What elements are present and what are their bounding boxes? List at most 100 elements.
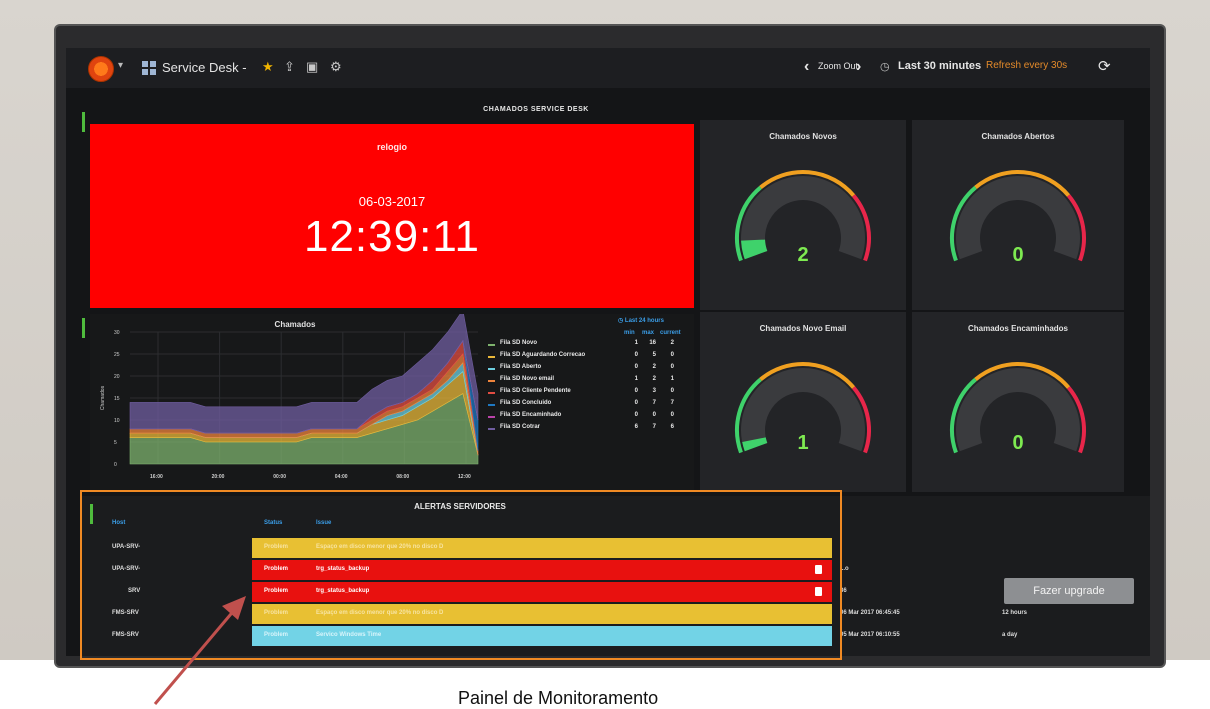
legend-series-name: Fila SD Cotrar — [500, 424, 541, 430]
legend-col-current: current — [660, 330, 681, 336]
grafana-logo-icon[interactable] — [88, 56, 114, 82]
y-tick-label: 25 — [114, 352, 120, 358]
refresh-icon[interactable]: ⟳ — [1098, 57, 1111, 75]
gauge-dial — [950, 170, 1086, 262]
legend-current-value: 1 — [670, 376, 674, 382]
gauge-panel: Chamados Novo Email 1 — [700, 312, 906, 492]
chamados-graph-panel: Chamados ◷ Last 24 hours 30 25 20 15 10 5 0 16:… — [90, 314, 694, 492]
legend-swatch — [488, 344, 495, 346]
gauge-panel: Chamados Abertos 0 — [912, 120, 1124, 310]
gauge-title: Chamados Encaminhados — [967, 324, 1069, 333]
legend-max-value: 2 — [652, 364, 656, 370]
x-tick-label: 00:00 — [273, 474, 286, 480]
legend-current-value: 0 — [670, 364, 674, 370]
legend-row[interactable]: Fila SD Novo 1 16 2 — [488, 340, 688, 351]
alert-date: 05 Mar 2017 06:10:55 — [840, 632, 900, 638]
stacked-area-chart: 30 25 20 15 10 5 0 16:00 20:00 00:00 04:00 08:00 12:… — [100, 314, 479, 480]
gauge-title: Chamados Novos — [769, 132, 837, 141]
time-override-text: Last 24 hours — [624, 318, 664, 324]
gauge-dial — [735, 362, 871, 454]
legend-series-name: Fila SD Novo email — [500, 376, 555, 382]
legend-max-value: 3 — [652, 388, 656, 394]
legend-row[interactable]: Fila SD Aguardando Correcao 0 5 0 — [488, 352, 688, 363]
clock-icon: ◷ — [880, 61, 890, 73]
dashboard-grid-icon — [142, 61, 156, 75]
alert-age: a day — [1002, 632, 1018, 638]
clock-panel-title: relogio — [376, 142, 407, 152]
legend-min-value: 0 — [634, 400, 638, 406]
clock-date: 06-03-2017 — [358, 194, 426, 209]
y-tick-label: 10 — [114, 418, 120, 424]
x-tick-label: 12:00 — [458, 474, 471, 480]
row-title: CHAMADOS SERVICE DESK — [483, 106, 589, 113]
legend-swatch — [488, 416, 495, 418]
gauge-title: Chamados Novo Email — [759, 324, 847, 333]
legend-min-value: 0 — [634, 364, 638, 370]
legend-row[interactable]: Fila SD Cotrar 6 7 6 — [488, 424, 688, 435]
time-back-icon[interactable]: ‹ — [804, 58, 809, 76]
clock-panel: relogio 06-03-2017 12:39:11 — [90, 124, 694, 308]
dashboard-title[interactable]: Service Desk - — [162, 60, 247, 75]
legend-current-value: 0 — [670, 352, 674, 358]
time-range-picker[interactable]: Last 30 minutes — [898, 60, 981, 72]
legend-swatch — [488, 428, 495, 430]
gauge-value: 1 — [797, 432, 809, 454]
y-tick-label: 20 — [114, 374, 120, 380]
alert-date: 06 Mar 2017 06:45:45 — [840, 610, 900, 616]
y-tick-label: 15 — [114, 396, 120, 402]
y-tick-label: 0 — [114, 462, 117, 468]
save-icon[interactable]: ▣ — [306, 59, 318, 75]
legend-series-name: Fila SD Cliente Pendente — [500, 388, 571, 394]
legend-series-name: Fila SD Aguardando Correcao — [500, 352, 586, 358]
legend-current-value: 0 — [670, 412, 674, 418]
legend-min-value: 0 — [634, 352, 638, 358]
legend-max-value: 7 — [652, 400, 656, 406]
gauge-panel: Chamados Novos 2 — [700, 120, 906, 310]
chevron-down-icon[interactable]: ▾ — [118, 60, 123, 71]
star-icon[interactable]: ★ — [262, 59, 274, 75]
legend-row[interactable]: Fila SD Encaminhado 0 0 0 — [488, 412, 688, 423]
alert-age: 12 hours — [1002, 610, 1028, 616]
legend-col-min: min — [624, 330, 635, 336]
row-marker — [82, 112, 85, 132]
legend-current-value: 2 — [670, 340, 674, 346]
legend-series-name: Fila SD Encaminhado — [500, 412, 562, 418]
gear-icon[interactable]: ⚙ — [330, 59, 342, 75]
legend-row[interactable]: Fila SD Cliente Pendente 0 3 0 — [488, 388, 688, 399]
legend-min-value: 1 — [634, 376, 638, 382]
clock-time: 12:39:11 — [303, 212, 480, 261]
legend-current-value: 6 — [670, 424, 674, 430]
legend-min-value: 1 — [634, 340, 638, 346]
gauge-dial — [950, 362, 1086, 454]
highlight-box — [80, 490, 842, 660]
legend-max-value: 16 — [649, 340, 656, 346]
legend-row[interactable]: Fila SD Novo email 1 2 1 — [488, 376, 688, 387]
top-navbar: ▾ Service Desk - ★ ⇪ ▣ ⚙ ‹ Zoom Out › ◷ … — [66, 48, 1150, 88]
gauge-title: Chamados Abertos — [981, 132, 1055, 141]
legend-swatch — [488, 404, 495, 406]
legend-min-value: 0 — [634, 412, 638, 418]
y-axis-label: Chamados — [100, 385, 106, 410]
time-forward-icon[interactable]: › — [856, 58, 861, 76]
y-tick-label: 5 — [114, 440, 117, 446]
legend-series-name: Fila SD Concluido — [500, 400, 552, 406]
legend-row[interactable]: Fila SD Concluido 0 7 7 — [488, 400, 688, 411]
legend-swatch — [488, 368, 495, 370]
time-override-label: ◷ Last 24 hours — [618, 318, 664, 324]
legend-max-value: 0 — [652, 412, 656, 418]
zoom-out-button[interactable]: Zoom Out — [818, 61, 858, 71]
share-icon[interactable]: ⇪ — [284, 59, 295, 75]
upgrade-button[interactable]: Fazer upgrade — [1004, 578, 1134, 604]
legend-min-value: 0 — [634, 388, 638, 394]
y-tick-label: 30 — [114, 330, 120, 336]
legend-max-value: 5 — [652, 352, 656, 358]
gauge-panel: Chamados Encaminhados 0 — [912, 312, 1124, 492]
legend-col-max: max — [642, 330, 655, 336]
gauge-value: 0 — [1012, 432, 1024, 454]
refresh-interval[interactable]: Refresh every 30s — [986, 60, 1067, 71]
legend-row[interactable]: Fila SD Aberto 0 2 0 — [488, 364, 688, 375]
x-tick-label: 16:00 — [150, 474, 163, 480]
x-tick-label: 20:00 — [212, 474, 225, 480]
legend-current-value: 7 — [670, 400, 674, 406]
figure-caption: Painel de Monitoramento — [458, 688, 659, 708]
